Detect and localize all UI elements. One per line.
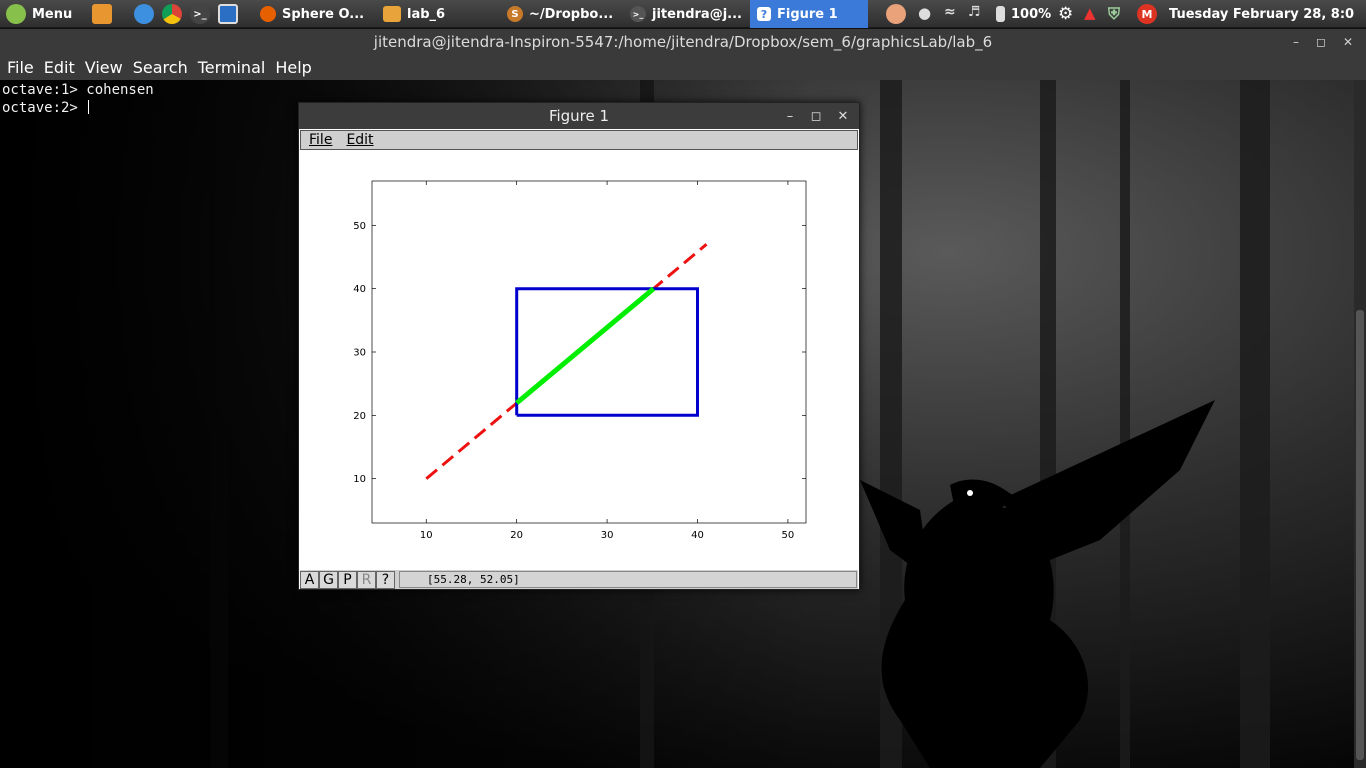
compass-icon xyxy=(134,4,154,24)
sublime-icon: S xyxy=(507,6,523,22)
x-tick-label: 30 xyxy=(601,530,614,541)
gmail-icon[interactable]: M xyxy=(1137,4,1157,24)
task-label: jitendra@j... xyxy=(652,6,742,22)
menu-search[interactable]: Search xyxy=(133,58,188,77)
grid-button[interactable]: G xyxy=(319,570,338,589)
y-tick-label: 30 xyxy=(353,348,366,359)
gear-icon[interactable]: ⚙ xyxy=(1058,4,1078,24)
y-tick-label: 20 xyxy=(353,411,366,422)
network-icon[interactable]: ▲ xyxy=(1084,4,1104,24)
x-tick-label: 50 xyxy=(782,530,795,541)
autoscale-button[interactable]: A xyxy=(300,570,319,589)
figure-menu-file[interactable]: File xyxy=(309,132,332,148)
clock-label: Tuesday February 28, 8:0 xyxy=(1169,6,1355,22)
pan-button[interactable]: P xyxy=(338,570,357,589)
menu-button[interactable]: Menu xyxy=(6,0,72,28)
close-icon: ✕ xyxy=(837,108,849,124)
folder-icon xyxy=(383,6,401,22)
top-panel: Menu >_ Sphere O... lab_6 S ~/Dropbo... … xyxy=(0,0,1366,28)
launcher-terminal[interactable]: >_ xyxy=(190,0,210,28)
maximize-icon: ◻ xyxy=(1316,35,1326,49)
minimize-icon: – xyxy=(786,108,794,124)
task-label: Figure 1 xyxy=(777,6,838,22)
show-desktop-icon xyxy=(218,4,238,24)
menu-view[interactable]: View xyxy=(85,58,123,77)
terminal-icon: >_ xyxy=(630,6,646,22)
help-button[interactable]: ? xyxy=(376,570,395,589)
task-firefox[interactable]: Sphere O... xyxy=(260,0,368,28)
launcher-files[interactable] xyxy=(92,0,112,28)
maximize-button[interactable]: ◻ xyxy=(1309,29,1333,55)
y-tick-label: 10 xyxy=(353,474,366,485)
task-label: Sphere O... xyxy=(282,6,365,22)
minimize-icon: – xyxy=(1293,35,1299,49)
redshift-icon[interactable] xyxy=(886,4,906,24)
clipped-segment-series xyxy=(515,286,656,405)
figure-menubar: File Edit xyxy=(300,130,858,150)
menu-label: Menu xyxy=(32,6,73,22)
minimize-button[interactable]: – xyxy=(1284,29,1308,55)
volume-icon[interactable]: ♬ xyxy=(968,4,988,24)
rotate-button[interactable]: R xyxy=(357,570,376,589)
terminal-title: jitendra@jitendra-Inspiron-5547:/home/ji… xyxy=(373,33,993,51)
terminal-line: octave:1> cohensen xyxy=(2,82,154,98)
wifi-icon[interactable]: ≈ xyxy=(944,4,964,24)
y-tick-label: 40 xyxy=(353,284,366,295)
task-label: lab_6 xyxy=(407,6,446,22)
task-sublime[interactable]: S ~/Dropbo... xyxy=(507,0,617,28)
task-label: ~/Dropbo... xyxy=(529,6,614,22)
terminal-titlebar[interactable]: jitendra@jitendra-Inspiron-5547:/home/ji… xyxy=(0,29,1366,55)
menu-file[interactable]: File xyxy=(7,58,34,77)
chrome-icon xyxy=(162,4,182,24)
user-icon[interactable]: ● xyxy=(918,4,938,24)
launcher-chrome[interactable] xyxy=(162,0,182,28)
figure-window[interactable]: Figure 1 – ◻ ✕ File Edit 10 20 30 40 50 10 20 3… xyxy=(298,102,860,590)
terminal-line: octave:2> xyxy=(2,100,90,116)
maximize-icon: ◻ xyxy=(810,108,822,124)
terminal-icon: >_ xyxy=(190,4,210,24)
battery-label: 100% xyxy=(1011,6,1052,22)
task-figure[interactable]: ? Figure 1 xyxy=(750,0,868,28)
launcher-browser[interactable] xyxy=(134,0,154,28)
x-tick-label: 10 xyxy=(420,530,433,541)
task-terminal[interactable]: >_ jitendra@j... xyxy=(630,0,742,28)
x-tick-label: 20 xyxy=(510,530,523,541)
help-icon: ? xyxy=(757,7,771,21)
shield-icon[interactable]: ⛨ xyxy=(1108,4,1128,24)
prompt-text: octave:2> xyxy=(2,100,87,116)
terminal-menubar: File Edit View Search Terminal Help xyxy=(0,55,1366,80)
close-icon: ✕ xyxy=(1342,35,1354,49)
plot-area[interactable]: 10 20 30 40 50 10 20 30 40 50 xyxy=(299,151,859,569)
close-button[interactable]: ✕ xyxy=(1336,29,1360,55)
axes-box xyxy=(371,180,807,524)
battery-icon xyxy=(996,6,1005,22)
firefox-icon xyxy=(260,6,276,22)
menu-help[interactable]: Help xyxy=(275,58,311,77)
folder-icon xyxy=(92,4,112,24)
cursor-coordinates: [55.28, 52.05] xyxy=(427,573,520,586)
figure-menu-edit[interactable]: Edit xyxy=(346,132,373,148)
figure-minimize-button[interactable]: – xyxy=(779,103,801,129)
figure-maximize-button[interactable]: ◻ xyxy=(805,103,827,129)
mint-logo-icon xyxy=(6,4,26,24)
x-tick-label: 40 xyxy=(691,530,704,541)
launcher-desktop[interactable] xyxy=(218,0,238,28)
terminal-scrollbar[interactable] xyxy=(1354,80,1366,768)
figure-statusbar: A G P R ? [55.28, 52.05] xyxy=(300,570,858,589)
raven-eye xyxy=(967,490,973,496)
battery-indicator[interactable]: 100% xyxy=(996,0,1051,28)
scrollbar-thumb[interactable] xyxy=(1356,310,1364,760)
text-cursor xyxy=(88,100,90,114)
figure-titlebar[interactable]: Figure 1 xyxy=(299,103,859,129)
task-files[interactable]: lab_6 xyxy=(383,0,493,28)
clip-window-series xyxy=(515,287,699,417)
y-tick-label: 50 xyxy=(353,221,366,232)
menu-terminal[interactable]: Terminal xyxy=(198,58,266,77)
figure-close-button[interactable]: ✕ xyxy=(832,103,854,129)
figure-title: Figure 1 xyxy=(548,107,610,125)
menu-edit[interactable]: Edit xyxy=(44,58,75,77)
clock[interactable]: Tuesday February 28, 8:0 xyxy=(1169,0,1366,28)
